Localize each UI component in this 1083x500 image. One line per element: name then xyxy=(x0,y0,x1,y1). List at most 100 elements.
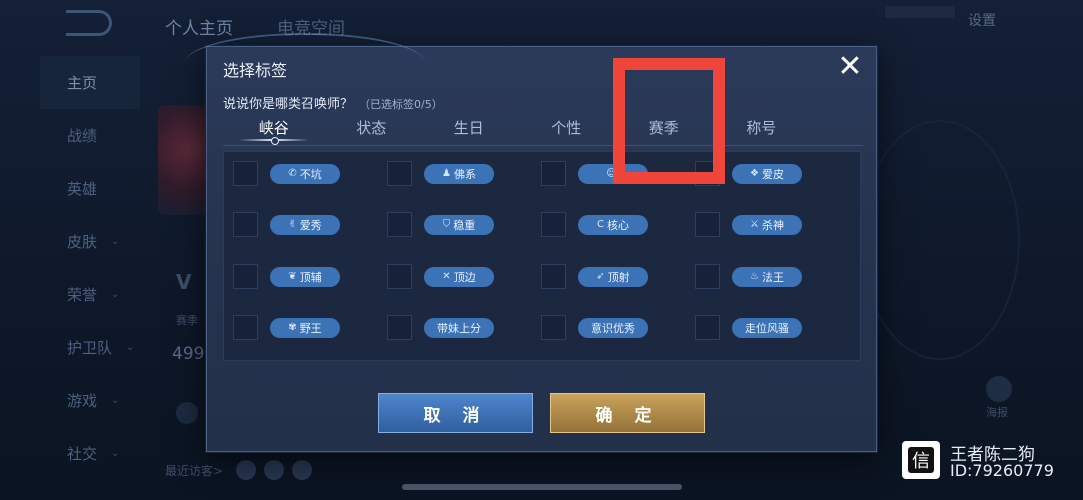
tag-checkbox[interactable] xyxy=(695,315,720,340)
poster-icon[interactable] xyxy=(986,376,1012,402)
sidebar-item[interactable]: 主页 xyxy=(40,56,140,109)
tag-pill[interactable]: ❦ 顶辅 xyxy=(270,266,340,287)
chevron-down-icon: ⌄ xyxy=(126,342,135,353)
sidebar-item[interactable]: 社交 ⌄ xyxy=(40,427,140,480)
sidebar-item[interactable]: 荣誉 ⌄ xyxy=(40,268,140,321)
watermark-id: ID:79260779 xyxy=(950,461,1054,480)
tag-option[interactable]: ♟ 佛系 xyxy=(387,161,494,186)
tag-option[interactable]: ❦ 顶辅 xyxy=(233,264,340,289)
sidebar-item[interactable]: 皮肤 ⌄ xyxy=(40,215,140,268)
tag-pill[interactable]: ❖ 爱皮 xyxy=(732,163,802,184)
tab-label: 状态 xyxy=(356,119,387,137)
close-button[interactable]: ✕ xyxy=(835,52,865,83)
support-icon: ❦ xyxy=(288,271,297,282)
tab-5[interactable]: 称号 xyxy=(713,113,811,147)
tag-option[interactable]: ✾ 野王 xyxy=(233,315,340,340)
tab-2[interactable]: 生日 xyxy=(420,113,518,147)
back-arrow-icon[interactable] xyxy=(66,10,112,36)
sidebar-item[interactable]: 护卫队 ⌄ xyxy=(40,321,140,374)
confirm-button[interactable]: 确 定 xyxy=(550,393,705,433)
tabs-divider xyxy=(223,145,863,146)
sidebar-item-label: 战绩 xyxy=(67,127,98,145)
tag-option[interactable]: ⛉ 稳重 xyxy=(387,212,494,237)
shield-icon: ⛉ xyxy=(442,219,451,230)
select-tags-dialog: 选择标签 ✕ 说说你是哪类召唤师？ （已选标签0/5） 峡谷 状态 生日 个性 赛季 称号 … xyxy=(185,33,877,452)
recent-visitors-label[interactable]: 最近访客> xyxy=(165,462,223,479)
tag-pill[interactable]: ✾ 野王 xyxy=(270,317,340,338)
tag-pill[interactable]: 走位风骚 xyxy=(732,317,802,338)
tag-pill[interactable]: ♟ 佛系 xyxy=(424,163,494,184)
tag-checkbox[interactable] xyxy=(541,161,566,186)
tag-checkbox[interactable] xyxy=(233,212,258,237)
sidebar: 主页 战绩 英雄 皮肤 ⌄ 荣誉 ⌄ 护卫队 ⌄ 游戏 ⌄ 社交 ⌄ xyxy=(40,56,140,480)
tag-option[interactable]: 带妹上分 xyxy=(387,315,494,340)
tab-1[interactable]: 状态 xyxy=(323,113,421,147)
rank-badge-icon: V xyxy=(176,270,192,294)
tag-option[interactable]: ⚔ 杀神 xyxy=(695,212,802,237)
tag-checkbox[interactable] xyxy=(233,315,258,340)
visitor-avatar[interactable] xyxy=(236,460,256,480)
tag-label: 顶边 xyxy=(453,270,476,284)
sidebar-item-label: 荣誉 xyxy=(67,286,98,304)
tag-option[interactable]: ✆ 不坑 xyxy=(233,161,340,186)
tag-label: 走位风骚 xyxy=(745,321,789,335)
tag-pill[interactable]: ⛉ 稳重 xyxy=(424,214,494,235)
tag-label: 爱秀 xyxy=(299,218,322,232)
tag-checkbox[interactable] xyxy=(541,212,566,237)
sword-icon: ⚔ xyxy=(750,219,759,230)
tag-pill[interactable]: ✕ 顶边 xyxy=(424,266,494,287)
watermark-logo-icon: 信 xyxy=(908,447,934,473)
tag-label: 顶辅 xyxy=(299,270,322,284)
stat-value: 499 xyxy=(172,344,205,364)
tag-checkbox[interactable] xyxy=(233,264,258,289)
sidebar-item[interactable]: 战绩 xyxy=(40,109,140,162)
tag-option[interactable]: ✌ 爱秀 xyxy=(233,212,340,237)
active-tab-indicator xyxy=(239,137,309,145)
sidebar-item-label: 主页 xyxy=(67,74,98,92)
dialog-subtitle: 说说你是哪类召唤师？ （已选标签0/5） xyxy=(223,93,443,112)
tab-0[interactable]: 峡谷 xyxy=(225,113,323,147)
tag-option[interactable]: 意识优秀 xyxy=(541,315,648,340)
tag-pill[interactable]: 带妹上分 xyxy=(424,317,494,338)
tag-checkbox[interactable] xyxy=(541,264,566,289)
tag-pill[interactable]: C 核心 xyxy=(578,214,648,235)
tag-option[interactable]: C 核心 xyxy=(541,212,648,237)
top-status-bar xyxy=(885,6,955,18)
tag-pill[interactable]: ⚔ 杀神 xyxy=(732,214,802,235)
tag-label: 意识优秀 xyxy=(591,321,635,335)
tag-pill[interactable]: 意识优秀 xyxy=(578,317,648,338)
tag-checkbox[interactable] xyxy=(695,212,720,237)
tab-label: 峡谷 xyxy=(258,119,289,137)
tag-option[interactable]: 走位风骚 xyxy=(695,315,802,340)
decorative-swirl xyxy=(860,120,1020,360)
tag-pill[interactable]: ✌ 爱秀 xyxy=(270,214,340,235)
tag-checkbox[interactable] xyxy=(233,161,258,186)
tag-option[interactable]: ♨ 法王 xyxy=(695,264,802,289)
tag-checkbox[interactable] xyxy=(387,212,412,237)
sidebar-item-label: 游戏 xyxy=(67,392,98,410)
tab-3[interactable]: 个性 xyxy=(518,113,616,147)
sidebar-item[interactable]: 英雄 xyxy=(40,162,140,215)
tag-checkbox[interactable] xyxy=(387,315,412,340)
dialog-decoration xyxy=(185,33,425,93)
tag-checkbox[interactable] xyxy=(387,264,412,289)
home-indicator[interactable] xyxy=(402,484,682,490)
tag-option[interactable]: ✕ 顶边 xyxy=(387,264,494,289)
settings-link[interactable]: 设置 xyxy=(968,10,996,30)
cancel-button[interactable]: 取 消 xyxy=(378,393,533,433)
tab-personal-home[interactable]: 个人主页 xyxy=(165,14,233,39)
tag-pill[interactable]: ✆ 不坑 xyxy=(270,163,340,184)
visitor-avatar[interactable] xyxy=(264,460,284,480)
tab-label: 生日 xyxy=(453,119,484,137)
visitor-avatar[interactable] xyxy=(292,460,312,480)
tag-pill[interactable]: ➶ 顶射 xyxy=(578,266,648,287)
tag-label: 核心 xyxy=(606,218,629,232)
tag-checkbox[interactable] xyxy=(541,315,566,340)
sidebar-item[interactable]: 游戏 ⌄ xyxy=(40,374,140,427)
tag-pill[interactable]: ♨ 法王 xyxy=(732,266,802,287)
recent-visitor-avatars[interactable] xyxy=(236,460,312,480)
tag-checkbox[interactable] xyxy=(695,264,720,289)
tag-checkbox[interactable] xyxy=(387,161,412,186)
poster-label[interactable]: 海报 xyxy=(986,404,1008,420)
tag-option[interactable]: ➶ 顶射 xyxy=(541,264,648,289)
